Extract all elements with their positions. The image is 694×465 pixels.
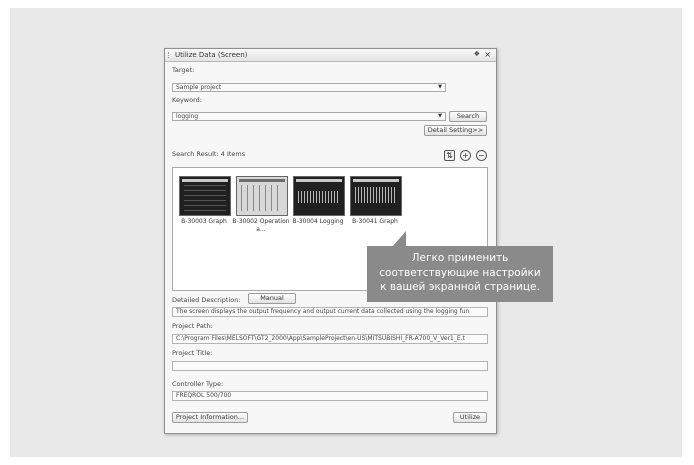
utilize-data-window: Utilize Data (Screen) ❖ × Target: Sample… bbox=[164, 48, 497, 434]
callout-line-2: соответствующие настройки bbox=[379, 266, 541, 279]
result-thumbnail[interactable] bbox=[179, 176, 231, 216]
chevron-down-icon: ▼ bbox=[438, 84, 442, 90]
search-button[interactable]: Search bbox=[449, 111, 487, 122]
callout-pointer bbox=[392, 231, 406, 247]
keyword-input-value: logging bbox=[176, 113, 199, 120]
description-field[interactable]: The screen displays the output frequency… bbox=[172, 307, 488, 317]
target-select-value: Sample project bbox=[176, 84, 222, 91]
keyword-label: Keyword: bbox=[172, 96, 202, 104]
callout-box: Легко применить соответствующие настройк… bbox=[367, 246, 553, 302]
project-path-label: Project Path: bbox=[172, 322, 213, 330]
sort-icon[interactable]: ⇅ bbox=[444, 150, 455, 161]
target-label: Target: bbox=[172, 66, 195, 74]
utilize-button[interactable]: Utilize bbox=[453, 412, 487, 423]
callout-line-3: к вашей экранной странице. bbox=[380, 281, 540, 293]
project-title-field[interactable] bbox=[172, 361, 488, 371]
controller-type-field[interactable]: FREQROL 500/700 bbox=[172, 391, 488, 401]
manual-button[interactable]: Manual bbox=[248, 293, 296, 304]
result-thumbnail[interactable] bbox=[350, 176, 402, 216]
result-item-label[interactable]: B-30003 Graph bbox=[175, 218, 233, 226]
result-thumbnail[interactable] bbox=[236, 176, 288, 216]
controller-type-label: Controller Type: bbox=[172, 380, 224, 388]
result-thumbnail[interactable] bbox=[293, 176, 345, 216]
chevron-down-icon: ▼ bbox=[438, 113, 442, 119]
detail-setting-button[interactable]: Detail Setting>> bbox=[424, 125, 487, 136]
pin-icon[interactable]: ❖ bbox=[474, 50, 480, 58]
detailed-description-label: Detailed Description: bbox=[172, 296, 241, 304]
target-select[interactable]: Sample project ▼ bbox=[172, 83, 446, 92]
zoom-out-icon[interactable]: − bbox=[476, 150, 487, 161]
project-information-button[interactable]: Project Information... bbox=[172, 412, 248, 423]
result-item-label[interactable]: B-30002 Operation a... bbox=[232, 218, 290, 234]
result-item-label[interactable]: B-30004 Logging bbox=[289, 218, 347, 226]
project-path-field[interactable]: C:\Program Files\MELSOFT\GT2_2000\App\Sa… bbox=[172, 334, 488, 344]
search-result-label: Search Result: 4 Items bbox=[172, 150, 246, 158]
callout-line-1: Легко применить bbox=[411, 252, 509, 264]
keyword-input[interactable]: logging ▼ bbox=[172, 112, 446, 121]
zoom-in-icon[interactable]: + bbox=[460, 150, 471, 161]
project-title-label: Project Title: bbox=[172, 349, 213, 357]
window-title: Utilize Data (Screen) bbox=[175, 51, 248, 59]
title-bar[interactable]: Utilize Data (Screen) ❖ × bbox=[165, 49, 496, 62]
result-item-label[interactable]: B-30041 Graph bbox=[346, 218, 404, 226]
drag-grip-icon[interactable] bbox=[168, 52, 171, 58]
close-icon[interactable]: × bbox=[484, 50, 491, 59]
